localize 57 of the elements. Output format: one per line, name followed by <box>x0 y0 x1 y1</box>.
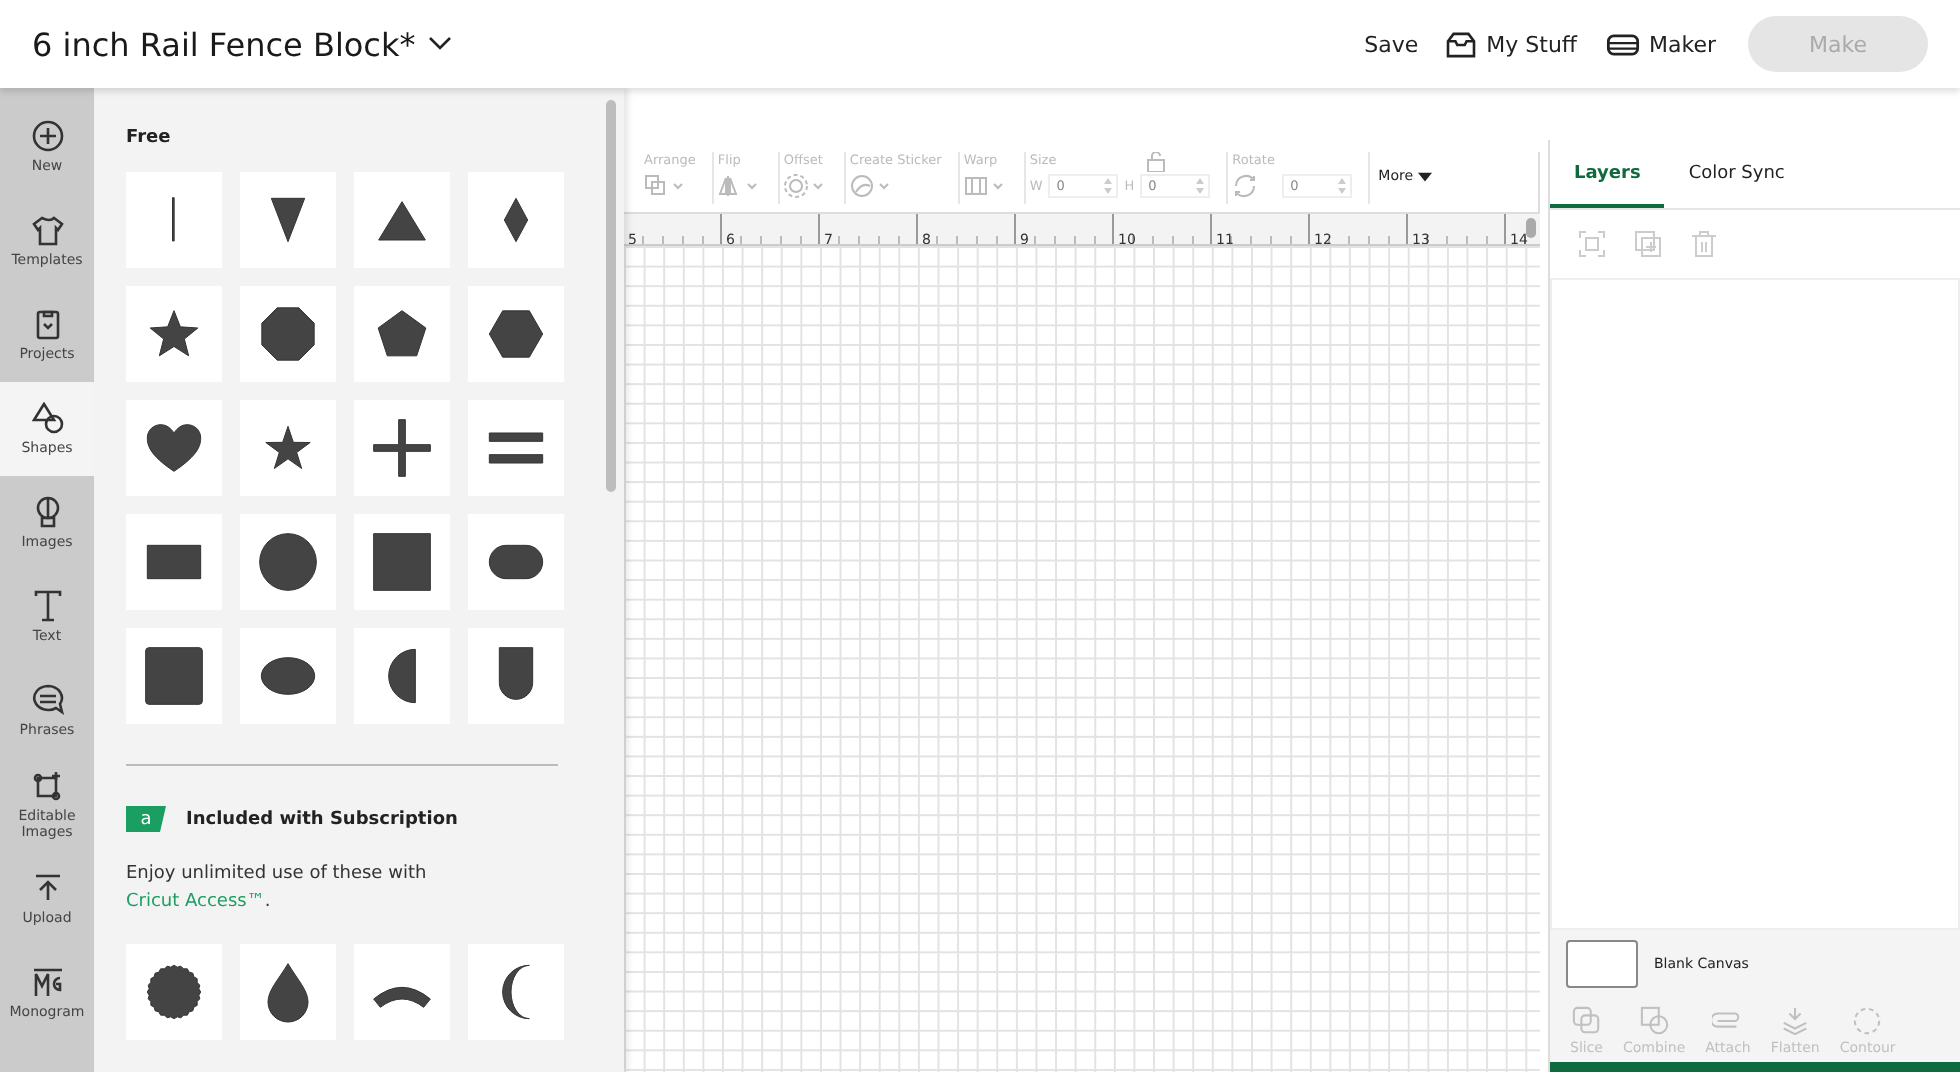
shape-tile[interactable] <box>126 514 222 610</box>
flatten-icon <box>1780 1006 1811 1036</box>
balloon-icon <box>31 496 63 528</box>
envelope-icon <box>1446 31 1477 57</box>
shape-tile[interactable] <box>468 514 564 610</box>
shape-tile[interactable] <box>240 400 336 496</box>
shape-tile[interactable] <box>468 628 564 724</box>
shape-tile[interactable] <box>354 400 450 496</box>
scrollbar[interactable] <box>606 100 616 492</box>
shape-tile[interactable] <box>354 944 450 1040</box>
access-badge: a <box>126 806 166 832</box>
machine-icon <box>1605 33 1639 55</box>
speech-bubble-icon <box>31 684 63 716</box>
shape-tile[interactable] <box>126 286 222 382</box>
my-stuff-button[interactable]: My Stuff <box>1446 31 1577 57</box>
plus-circle-icon <box>31 120 63 152</box>
shape-tile[interactable] <box>126 628 222 724</box>
section-heading: Free <box>126 128 173 148</box>
shape-tile[interactable] <box>468 400 564 496</box>
slice-icon <box>1571 1006 1602 1036</box>
panel-tab[interactable]: Layers <box>1550 144 1665 208</box>
shape-tile[interactable] <box>354 628 450 724</box>
section-heading: Included with Subscription <box>186 809 458 829</box>
shirt-icon <box>31 214 63 246</box>
shape-tile[interactable] <box>468 172 564 268</box>
project-title: 6 inch Rail Fence Block* <box>32 25 416 63</box>
combine-icon <box>1639 1006 1670 1036</box>
shape-tile[interactable] <box>240 286 336 382</box>
shape-tile[interactable] <box>240 172 336 268</box>
save-button[interactable]: Save <box>1364 31 1419 57</box>
shape-tile[interactable] <box>468 286 564 382</box>
clipboard-icon <box>31 308 63 340</box>
line-icon <box>170 196 178 244</box>
shape-tile[interactable] <box>354 286 450 382</box>
shape-tile[interactable] <box>240 514 336 610</box>
shape-tile[interactable] <box>126 944 222 1040</box>
shape-tile[interactable] <box>240 628 336 724</box>
panel-tab[interactable]: Color Sync <box>1664 144 1809 208</box>
shape-tile[interactable] <box>240 944 336 1040</box>
shape-tile[interactable] <box>354 514 450 610</box>
monogram-icon <box>31 966 63 998</box>
contour-icon <box>1852 1006 1883 1036</box>
shape-tile[interactable] <box>126 172 222 268</box>
nodes-icon <box>31 770 63 802</box>
upload-icon <box>31 872 63 904</box>
text-icon <box>31 590 63 622</box>
cricut-access-link[interactable]: Cricut Access™ <box>126 892 265 912</box>
shape-tile[interactable] <box>354 172 450 268</box>
shape-tile[interactable] <box>126 400 222 496</box>
chevron-down-icon[interactable] <box>427 36 452 52</box>
shapes-icon <box>31 402 63 434</box>
shape-tile[interactable] <box>468 944 564 1040</box>
scrollbar[interactable] <box>1526 218 1536 238</box>
canvas-thumbnail <box>1566 940 1638 988</box>
caret-icon <box>1417 171 1432 181</box>
subscription-text: Enjoy unlimited use of these with Cricut Access™. <box>126 862 429 916</box>
maker-button[interactable]: Maker <box>1605 31 1716 57</box>
